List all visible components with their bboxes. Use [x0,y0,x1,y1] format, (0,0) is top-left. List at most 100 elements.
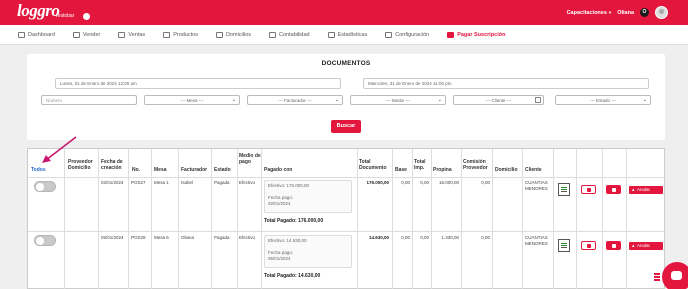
mesa-select[interactable]: --- Mesa --- ⌄ [144,95,240,105]
header-estado: Estado [214,167,231,173]
estado-select[interactable]: --- Estado --- ⌄ [555,95,651,105]
col-divider [553,149,554,289]
avatar[interactable] [655,6,668,19]
nav-label: Productos [173,31,198,38]
box-icon [163,31,171,38]
nav-item-ventas[interactable]: Ventas [118,31,146,38]
eye-icon[interactable] [83,13,90,20]
payment-date-label: Fecha pago: [268,195,294,200]
date-from-input[interactable]: Lunes, 01 de Enero de 2024 12:00 am [55,78,341,89]
user-initial-badge[interactable]: O [640,8,649,17]
user-name[interactable]: Oliana [617,10,634,16]
capacitaciones-menu[interactable]: Capacitaciones ▾ [567,10,612,16]
chat-button[interactable] [662,262,688,289]
nav-label: Domicilios [225,31,252,38]
cell-fecha: 02/01/2024 [101,180,124,185]
nav-label: Contabilidad [279,31,310,38]
medio-select-value: --- Medio --- [386,98,410,103]
cell-comision: 0,00 [481,235,490,240]
col-divider [522,149,523,289]
cell-total: 176.000,00 [366,180,389,185]
filters-panel: DOCUMENTOS Lunes, 01 de Enero de 2024 12… [27,54,665,140]
header-fecha: Fecha de creación [101,159,123,171]
col-divider [98,149,99,289]
nav-item-pagar-suscripcion[interactable]: Pagar Suscripción [447,31,505,38]
gear-icon [385,31,393,38]
cell-facturador: Oliana [181,235,195,240]
top-right-menu: Capacitaciones ▾ Oliana O [567,0,688,25]
nav-item-productos[interactable]: Productos [163,31,198,38]
col-divider [178,149,179,289]
nav-item-estadisticas[interactable]: Estadísticas [327,31,368,38]
cell-mesa: Mesa 6 [154,235,169,240]
header-propina: Propina [433,167,452,173]
document-icon[interactable] [558,239,570,252]
payment-line: Efectivo: 176.000,00 [268,183,310,188]
medio-select[interactable]: --- Medio --- ⌄ [350,95,446,105]
cell-estado: Pagada [214,180,230,185]
cell-cliente-line2: MENORES [525,241,548,246]
col-divider [357,149,358,289]
delivery-icon [215,31,223,38]
payment-date: 05/01/2024 [268,256,291,261]
logo-subtitle: restobar [56,13,75,19]
cell-medio: Efectivo [239,180,256,185]
row-select-toggle[interactable] [34,235,56,246]
col-divider [261,149,262,289]
nav-label: Estadísticas [337,31,368,38]
email-button[interactable] [606,241,621,250]
cell-medio: Efectivo [239,235,256,240]
numero-input[interactable]: Número [41,95,137,105]
col-divider [151,149,152,289]
col-divider [392,149,393,289]
facturador-select[interactable]: --- Facturador --- ⌄ [247,95,343,105]
cell-base: 0,00 [401,180,410,185]
email-button[interactable] [606,185,621,194]
cell-estado: Pagada [214,235,230,240]
select-all-link[interactable]: Todos [31,167,46,173]
header-base: Base [395,167,407,173]
main-nav: Dashboard Vender Ventas Productos Domici… [0,25,688,45]
date-to-input[interactable]: Miercoles, 31 de Enero de 2024 11:00 pm [363,78,649,89]
cell-base: 0,00 [401,235,410,240]
header-medio: Medio de pago [239,153,261,165]
total-paid: Total Pagado: 176.000,00 [264,218,324,224]
logo[interactable]: loggro [17,1,60,21]
payment-box: Efectivo: 176.000,00 Fecha pago: 02/01/2… [264,180,352,213]
payment-date-label: Fecha pago: [268,250,294,255]
nav-item-dashboard[interactable]: Dashboard [18,31,55,38]
menu-grip-icon[interactable] [654,273,660,283]
nav-item-configuracion[interactable]: Configuración [385,31,430,38]
cell-cliente-line1: CUANTIAS [525,180,548,185]
nav-label: Vender [82,31,101,38]
nav-label: Ventas [128,31,146,38]
nav-item-vender[interactable]: Vender [72,31,101,38]
nav-item-domicilios[interactable]: Domicilios [215,31,252,38]
nav-label: Configuración [395,31,430,38]
page-title: DOCUMENTOS [321,60,371,67]
document-icon[interactable] [558,183,570,196]
header-comision: Comisión Proveedor [463,159,488,171]
cell-imp: 0,00 [420,235,429,240]
chevron-down-icon: ⌄ [231,97,236,103]
anular-button[interactable]: Anular [629,242,663,250]
facturador-select-value: --- Facturador --- [278,98,312,103]
print-button[interactable] [581,241,596,250]
header-divider [28,177,666,178]
search-button[interactable]: Buscar [331,120,361,133]
header-cliente: Cliente [525,167,542,173]
calendar-icon [535,97,541,103]
anular-button[interactable]: Anular [629,186,663,194]
chevron-down-icon: ⌄ [437,97,442,103]
cliente-select[interactable]: --- Cliente --- [453,95,544,105]
cell-fecha: 05/01/2024 [101,235,124,240]
col-divider [461,149,462,289]
cell-imp: 0,00 [420,180,429,185]
header-pagado: Pagado con [264,167,293,173]
col-divider [431,149,432,289]
row-select-toggle[interactable] [34,181,56,192]
print-button[interactable] [581,185,596,194]
cell-mesa: Mesa 1 [154,180,169,185]
cell-facturador: Isabel [181,180,194,185]
nav-item-contabilidad[interactable]: Contabilidad [269,31,310,38]
